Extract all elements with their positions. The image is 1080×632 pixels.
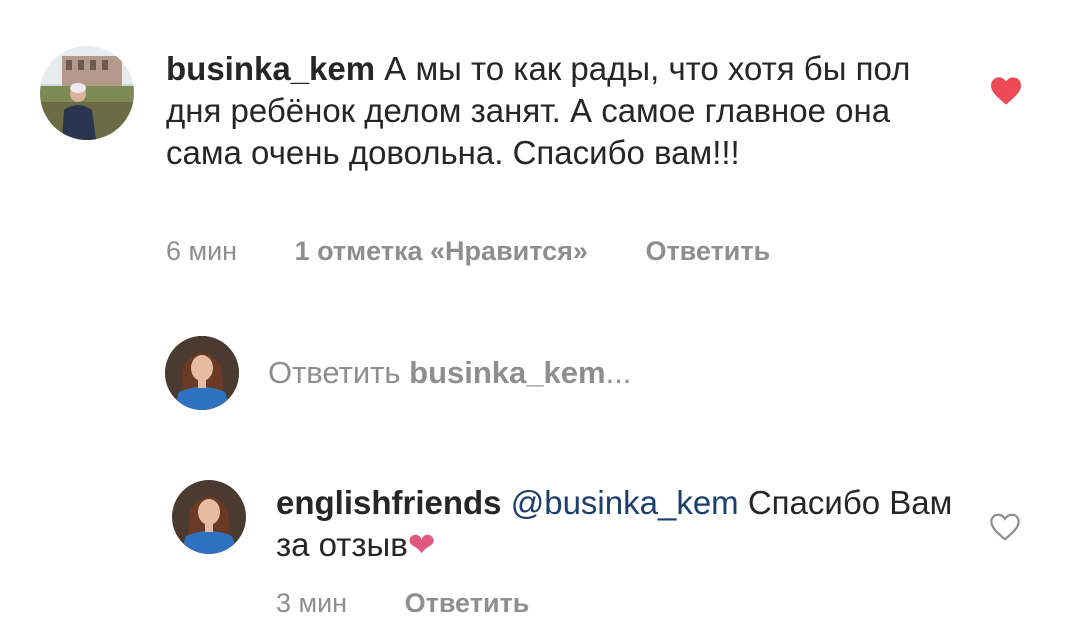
reply-time: 3 мин [276, 588, 348, 618]
reply-input-username: businka_kem [409, 355, 606, 390]
comment-time: 6 мин [166, 236, 238, 266]
reply-input-ellipsis: ... [605, 355, 632, 390]
comment-reply-button[interactable]: Ответить [645, 236, 770, 266]
avatar-photo-woman [165, 336, 239, 410]
comment-body: businka_kem А мы то как рады, что хотя б… [166, 48, 946, 174]
comment-username[interactable]: businka_kem [166, 50, 375, 87]
reply-input[interactable]: Ответить businka_kem... [268, 355, 631, 391]
reply-username[interactable]: englishfriends [276, 484, 502, 521]
pink-heart-emoji-icon: ❤ [407, 526, 436, 563]
avatar-photo-outdoor [40, 46, 134, 140]
comment-likes-link[interactable]: 1 отметка «Нравится» [295, 236, 588, 266]
comment-meta: 6 мин 1 отметка «Нравится» Ответить [166, 236, 770, 267]
reply-mention[interactable]: @businka_kem [511, 484, 739, 521]
reply-body: englishfriends @businka_kem Спасибо Вам … [276, 482, 966, 566]
like-heart-outline-icon[interactable] [988, 512, 1022, 542]
reply-input-prefix: Ответить [268, 355, 401, 390]
reply-reply-button[interactable]: Ответить [405, 588, 530, 618]
like-heart-icon[interactable] [989, 76, 1023, 106]
avatar-photo-woman [172, 480, 246, 554]
avatar-businka-kem[interactable] [40, 46, 134, 140]
reply-meta: 3 мин Ответить [276, 588, 529, 619]
avatar-current-user [165, 336, 239, 410]
avatar-englishfriends[interactable] [172, 480, 246, 554]
